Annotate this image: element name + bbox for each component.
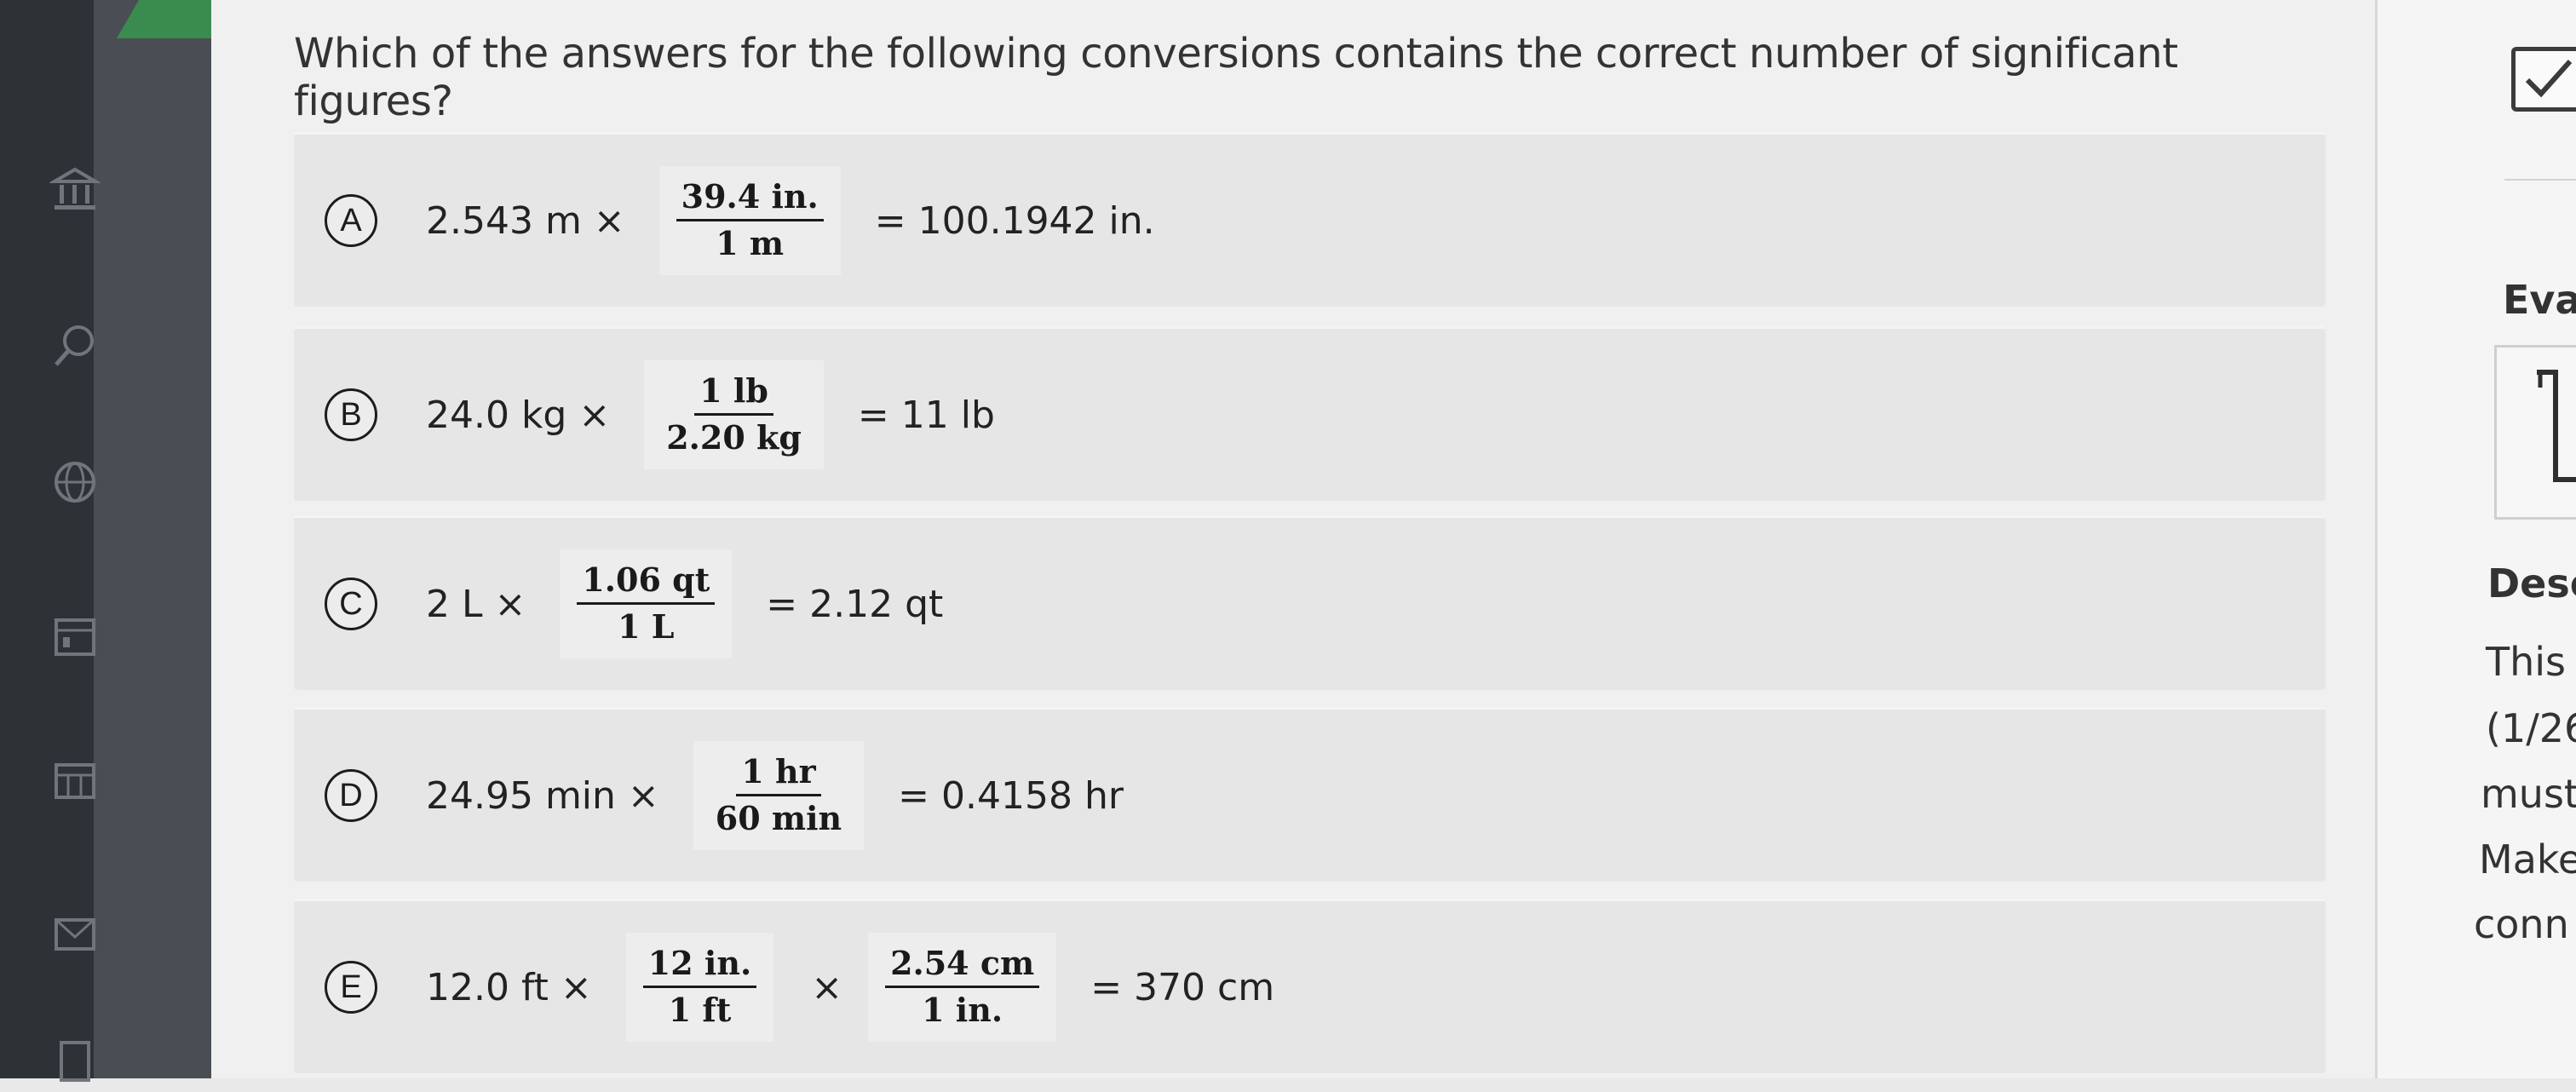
choice-letter-c: C [325,578,377,630]
bank-icon[interactable] [44,158,106,219]
choice-expression: 2 L × 1.06 qt 1 L = 2.12 qt [426,518,943,690]
conversion-fraction: 1 lb 2.20 kg [644,359,824,470]
checkbox-icon[interactable] [2511,47,2576,112]
expression-result: = 100.1942 in. [874,198,1155,243]
expression-start: 24.0 kg × [426,393,611,437]
choice-c[interactable]: C 2 L × 1.06 qt 1 L = 2.12 qt [294,515,2326,690]
expression-start: 12.0 ft × [426,965,592,1009]
choice-d[interactable]: D 24.95 min × 1 hr 60 min = 0.4158 hr [294,707,2326,882]
fraction-denominator: 60 min [715,798,842,837]
document-icon[interactable] [44,1031,106,1092]
description-line: This [2486,639,2566,685]
fraction-denominator: 1 m [716,223,785,262]
mail-icon[interactable] [44,903,106,964]
fraction-numerator: 39.4 in. [676,178,824,221]
conversion-fraction-2: 2.54 cm 1 in. [868,932,1057,1043]
description-line: (1/26 [2486,705,2576,751]
search-icon[interactable] [44,315,106,376]
question-text: Which of the answers for the following c… [294,30,2178,125]
expression-start: 2.543 m × [426,198,625,243]
fraction-numerator: 12 in. [642,945,757,988]
conversion-fraction: 12 in. 1 ft [625,932,774,1043]
description-line: must [2481,771,2576,817]
choice-expression: 12.0 ft × 12 in. 1 ft × 2.54 cm 1 in. = … [426,901,1274,1073]
choice-letter-a: A [325,194,377,247]
fraction-numerator: 1 lb [694,372,773,416]
fraction-denominator: 2.20 kg [666,417,802,457]
expression-result: = 0.4158 hr [898,773,1124,818]
fraction-denominator: 1 in. [922,990,1003,1029]
description-line: conn [2474,901,2569,947]
choice-letter-d: D [325,769,377,822]
evaluation-heading: Eva [2503,277,2576,323]
description-line: Make [2479,836,2576,882]
choice-e[interactable]: E 12.0 ft × 12 in. 1 ft × 2.54 cm 1 in. … [294,899,2326,1073]
choice-letter-e: E [325,961,377,1014]
expression-result: = 2.12 qt [766,582,944,626]
grid-icon[interactable] [44,750,106,811]
globe-icon[interactable] [44,451,106,513]
expression-start: 2 L × [426,582,526,626]
left-sidebar-stripe [94,0,211,1078]
expression-result: = 11 lb [857,393,995,437]
description-heading: Desc [2487,560,2576,606]
fraction-denominator: 1 ft [668,990,732,1029]
expression-start: 24.95 min × [426,773,659,818]
fraction-denominator: 1 L [618,606,675,646]
choice-expression: 24.0 kg × 1 lb 2.20 kg = 11 lb [426,329,995,501]
choice-expression: 24.95 min × 1 hr 60 min = 0.4158 hr [426,710,1124,882]
fraction-numerator: 1 hr [736,753,821,796]
choice-a[interactable]: A 2.543 m × 39.4 in. 1 m = 100.1942 in. [294,132,2326,307]
multiply-sign: × [811,965,843,1009]
choice-expression: 2.543 m × 39.4 in. 1 m = 100.1942 in. [426,135,1155,307]
calendar-icon[interactable] [44,605,106,666]
conversion-fraction: 1.06 qt 1 L [560,549,733,659]
expression-result: = 370 cm [1090,965,1275,1009]
choice-letter-b: B [325,388,377,441]
bracket-icon [2530,362,2576,490]
fraction-numerator: 1.06 qt [577,561,716,605]
choice-b[interactable]: B 24.0 kg × 1 lb 2.20 kg = 11 lb [294,326,2326,501]
right-divider [2504,179,2576,181]
conversion-fraction: 39.4 in. 1 m [658,165,841,276]
conversion-fraction: 1 hr 60 min [693,740,865,851]
fraction-numerator: 2.54 cm [885,945,1040,988]
